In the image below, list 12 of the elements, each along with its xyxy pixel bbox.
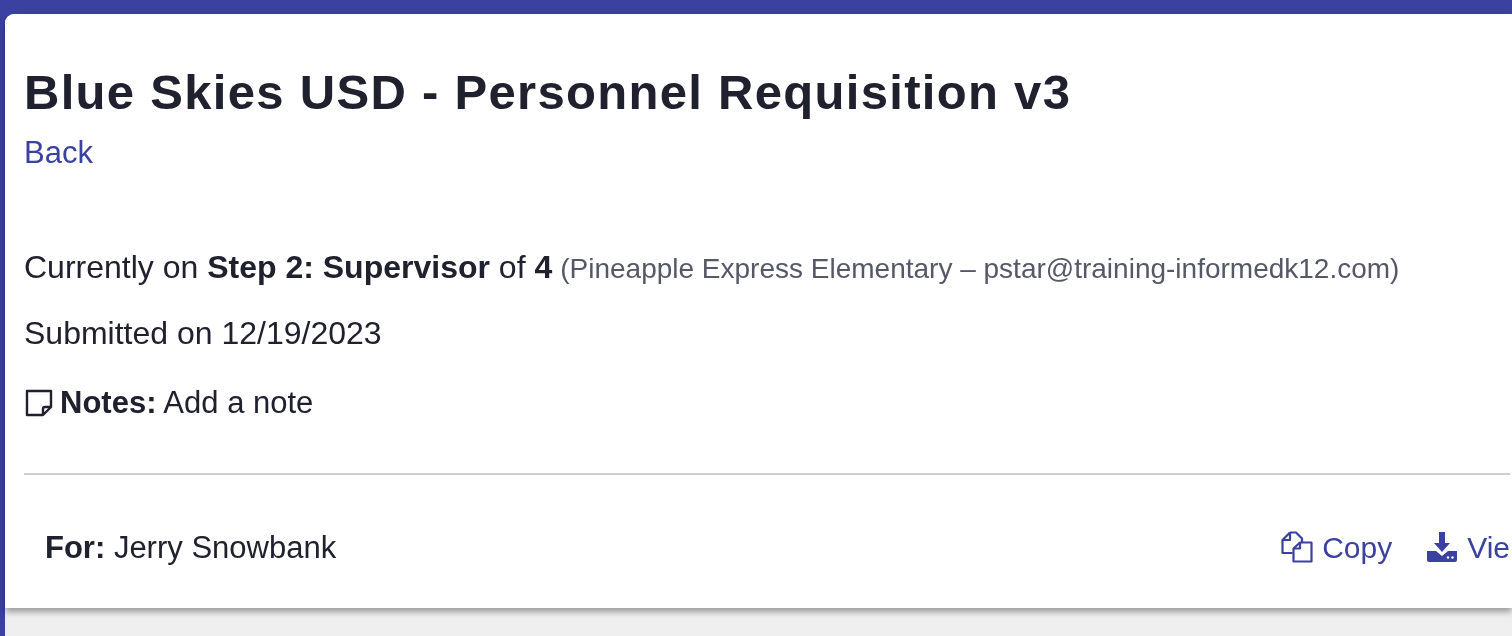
notes-button[interactable]: Notes: Add a note xyxy=(24,383,314,422)
step-status: Currently on Step 2: Supervisor of 4 xyxy=(24,248,553,287)
step-detail: (Pineapple Express Elementary – pstar@training-informedk12.com) xyxy=(560,252,1400,286)
copy-icon xyxy=(1281,531,1314,563)
download-icon xyxy=(1426,531,1459,563)
submitted-date: Submitted on 12/19/2023 xyxy=(24,314,383,353)
download-link[interactable]: Vie xyxy=(1426,527,1510,567)
copy-link[interactable]: Copy xyxy=(1281,527,1393,567)
page-title: Blue Skies USD - Personnel Requisition v3 xyxy=(24,65,1073,120)
requester-name: For: Jerry Snowbank xyxy=(45,528,337,567)
note-icon xyxy=(24,387,54,418)
back-link[interactable]: Back xyxy=(24,136,93,170)
